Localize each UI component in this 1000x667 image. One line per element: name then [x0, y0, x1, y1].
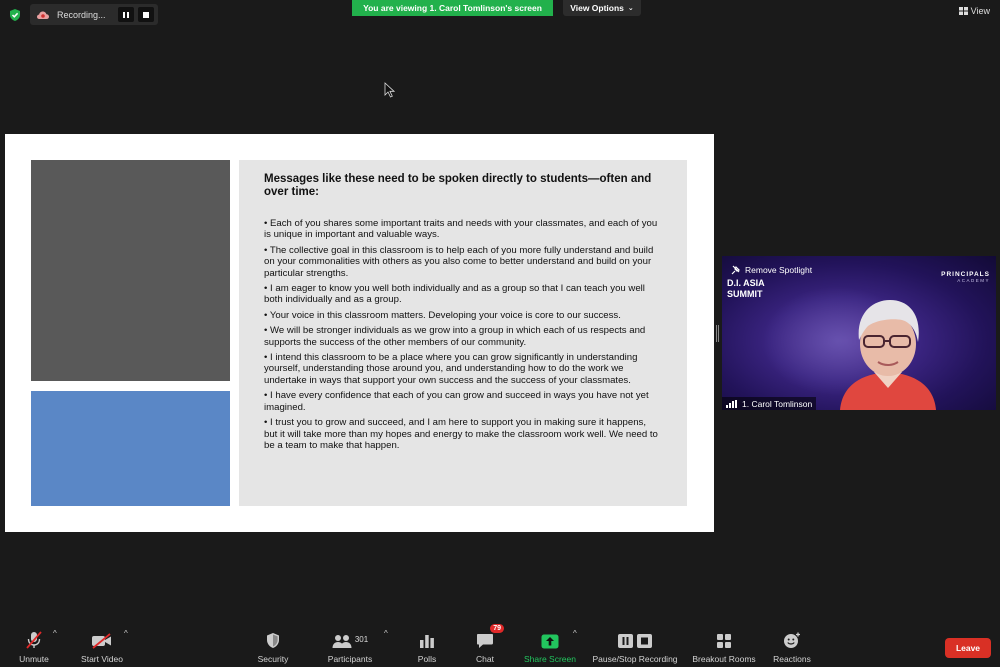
chevron-down-icon: ⌄ [627, 5, 634, 12]
slide-bullet: • The collective goal in this classroom … [264, 244, 654, 279]
stop-icon [143, 11, 149, 18]
slide-text-panel: Messages like these need to be spoken di… [239, 160, 687, 506]
participant-name: 1. Carol Tomlinson [742, 398, 813, 409]
slide-bullet: • I intend this classroom to be a place … [264, 352, 638, 386]
remove-spotlight-label: Remove Spotlight [745, 264, 813, 275]
reactions-button[interactable]: Reactions [770, 623, 814, 667]
org-sub: ACADEMY [957, 278, 990, 283]
start-video-button[interactable]: Start Video [78, 623, 126, 667]
mouse-cursor-icon [384, 82, 395, 98]
grid-view-icon [958, 7, 968, 15]
event-title-line2: SUMMIT [727, 289, 763, 299]
participants-options-caret[interactable]: ^ [384, 629, 388, 638]
resize-divider-handle[interactable] [716, 325, 719, 342]
remove-spotlight-button[interactable]: Remove Spotlight [728, 263, 815, 276]
reactions-label: Reactions [773, 654, 811, 664]
chat-bubble-icon [477, 634, 493, 648]
participant-name-tag: 1. Carol Tomlinson [722, 397, 817, 410]
share-screen-label: Share Screen [524, 654, 576, 664]
slide-heading: Messages like these need to be spoken di… [264, 173, 652, 198]
leave-button[interactable]: Leave [945, 638, 991, 658]
cloud-recording-icon [37, 11, 49, 19]
view-button[interactable]: View [958, 6, 990, 16]
meeting-toolbar: Unmute ^ Start Video ^ Security 301 Part… [0, 623, 1000, 667]
slide-bullet: • I trust you to grow and succeed, and I… [264, 417, 658, 451]
polls-button[interactable]: Polls [412, 623, 442, 667]
share-options-caret[interactable]: ^ [573, 629, 577, 638]
shield-icon [267, 633, 279, 648]
muted-microphone-icon [26, 631, 42, 649]
unmute-button[interactable]: Unmute [14, 623, 54, 667]
shared-screen-slide: Messages like these need to be spoken di… [5, 134, 714, 532]
org-logo: PRINCIPALS ACADEMY [941, 271, 990, 283]
pause-stop-recording-button[interactable]: Pause/Stop Recording [590, 623, 680, 667]
slide-gray-block [31, 160, 230, 381]
slide-blue-block [31, 391, 230, 506]
audio-options-caret[interactable]: ^ [53, 629, 57, 638]
view-options-label: View Options [570, 3, 624, 13]
video-off-icon [92, 633, 111, 649]
viewing-screen-banner: You are viewing 1. Carol Tomlinson's scr… [352, 0, 553, 16]
pause-icon [122, 11, 130, 18]
breakout-rooms-button[interactable]: Breakout Rooms [688, 623, 760, 667]
view-options-button[interactable]: View Options ⌄ [563, 0, 641, 16]
share-screen-icon [541, 634, 559, 649]
participants-button[interactable]: 301 Participants [322, 623, 378, 667]
participants-icon [332, 635, 352, 648]
security-button[interactable]: Security [254, 623, 292, 667]
recording-indicator: Recording... [30, 4, 158, 25]
start-video-label: Start Video [81, 654, 123, 664]
encryption-shield-icon[interactable] [8, 8, 22, 22]
chat-button[interactable]: 79 Chat [470, 623, 504, 667]
stop-recording-button[interactable] [138, 7, 154, 22]
participant-count: 301 [354, 635, 369, 644]
pause-recording-button[interactable] [118, 7, 134, 22]
spotlight-icon [731, 265, 741, 274]
share-screen-button[interactable]: Share Screen [522, 623, 578, 667]
unmute-label: Unmute [19, 654, 49, 664]
org-name: PRINCIPALS [941, 271, 990, 278]
chat-label: Chat [476, 654, 494, 664]
slide-bullet: • Each of you shares some important trai… [264, 218, 658, 241]
slide-bullet: • I am eager to know you well both indiv… [264, 283, 645, 306]
pause-stop-recording-label: Pause/Stop Recording [592, 654, 678, 664]
slide-bullet: • We will be stronger individuals as we … [264, 325, 646, 348]
reactions-smiley-icon [784, 632, 800, 648]
chat-unread-badge: 79 [490, 624, 504, 633]
event-title: D.I. ASIA SUMMIT [727, 278, 765, 300]
polls-icon [420, 635, 434, 648]
speaker-figure [840, 300, 936, 410]
polls-label: Polls [417, 654, 437, 664]
participants-label: Participants [327, 654, 373, 664]
event-title-line1: D.I. ASIA [727, 278, 765, 288]
video-options-caret[interactable]: ^ [124, 629, 128, 638]
security-label: Security [257, 654, 289, 664]
view-label: View [970, 6, 990, 16]
breakout-rooms-icon [717, 634, 731, 648]
slide-bullet: • Your voice in this classroom matters. … [264, 309, 621, 321]
recording-label: Recording... [57, 9, 106, 20]
speaker-video-tile[interactable]: Remove Spotlight D.I. ASIA SUMMIT PRINCI… [722, 256, 996, 410]
pause-stop-icon [618, 634, 652, 648]
slide-bullet: • I have every confidence that each of y… [264, 390, 649, 413]
signal-strength-icon [726, 399, 738, 408]
breakout-rooms-label: Breakout Rooms [692, 654, 756, 664]
